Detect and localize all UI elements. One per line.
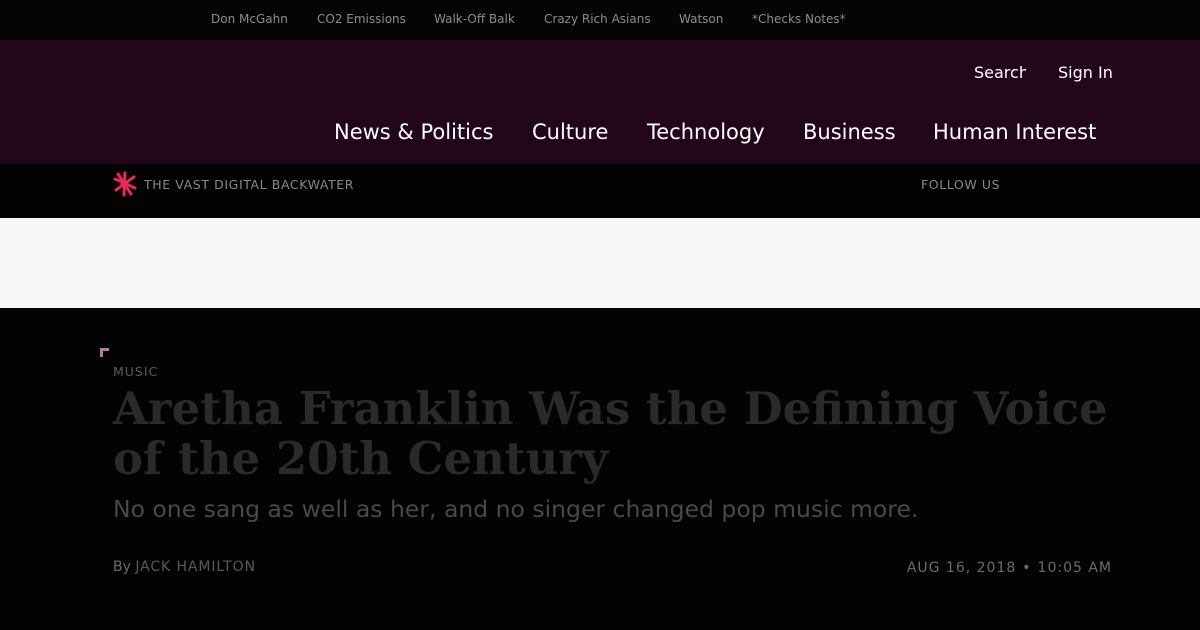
trending-link-watson[interactable]: Watson <box>679 12 723 26</box>
dateline-separator: • <box>1022 560 1032 576</box>
byline-prefix: By <box>113 559 131 575</box>
corner-bracket-icon <box>100 348 109 357</box>
sub-header: THE VAST DIGITAL BACKWATER FOLLOW US <box>0 164 1200 218</box>
nav-item-human-interest[interactable]: Human Interest <box>933 120 1096 144</box>
article-header: MUSIC Aretha Franklin Was the Defining V… <box>0 308 1200 630</box>
article-headline: Aretha Franklin Was the Defining Voice o… <box>113 382 1108 485</box>
article-category[interactable]: MUSIC <box>113 364 158 379</box>
trending-link-walk-off-balk[interactable]: Walk-Off Balk <box>434 12 515 26</box>
nav-item-technology[interactable]: Technology <box>647 120 765 144</box>
nav-item-business[interactable]: Business <box>803 120 896 144</box>
trending-link-checks-notes[interactable]: *Checks Notes* <box>752 12 846 26</box>
trending-bar: Don McGahn CO2 Emissions Walk-Off Balk C… <box>0 0 1200 40</box>
search-button[interactable]: Search <box>974 63 1026 82</box>
sign-in-button[interactable]: Sign In <box>1058 63 1113 82</box>
masthead: Search Sign In News & Politics Culture T… <box>0 40 1200 164</box>
article-dek: No one sang as well as her, and no singe… <box>113 495 919 523</box>
asterisk-logo-icon[interactable] <box>112 170 138 198</box>
site-tagline: THE VAST DIGITAL BACKWATER <box>144 177 355 192</box>
follow-us-label[interactable]: FOLLOW US <box>921 177 1000 192</box>
trending-link-don-mcgahn[interactable]: Don McGahn <box>211 12 288 26</box>
author-link[interactable]: JACK HAMILTON <box>135 559 256 575</box>
nav-item-news-politics[interactable]: News & Politics <box>334 120 493 144</box>
nav-item-culture[interactable]: Culture <box>532 120 608 144</box>
trending-link-crazy-rich-asians[interactable]: Crazy Rich Asians <box>544 12 651 26</box>
publish-dateline: AUG 16, 2018 • 10:05 AM <box>907 560 1112 576</box>
publish-date: AUG 16, 2018 <box>906 560 1017 576</box>
byline: By JACK HAMILTON <box>113 559 256 575</box>
publish-time: 10:05 AM <box>1037 560 1112 576</box>
ad-banner <box>0 218 1200 308</box>
trending-link-co2-emissions[interactable]: CO2 Emissions <box>317 12 406 26</box>
